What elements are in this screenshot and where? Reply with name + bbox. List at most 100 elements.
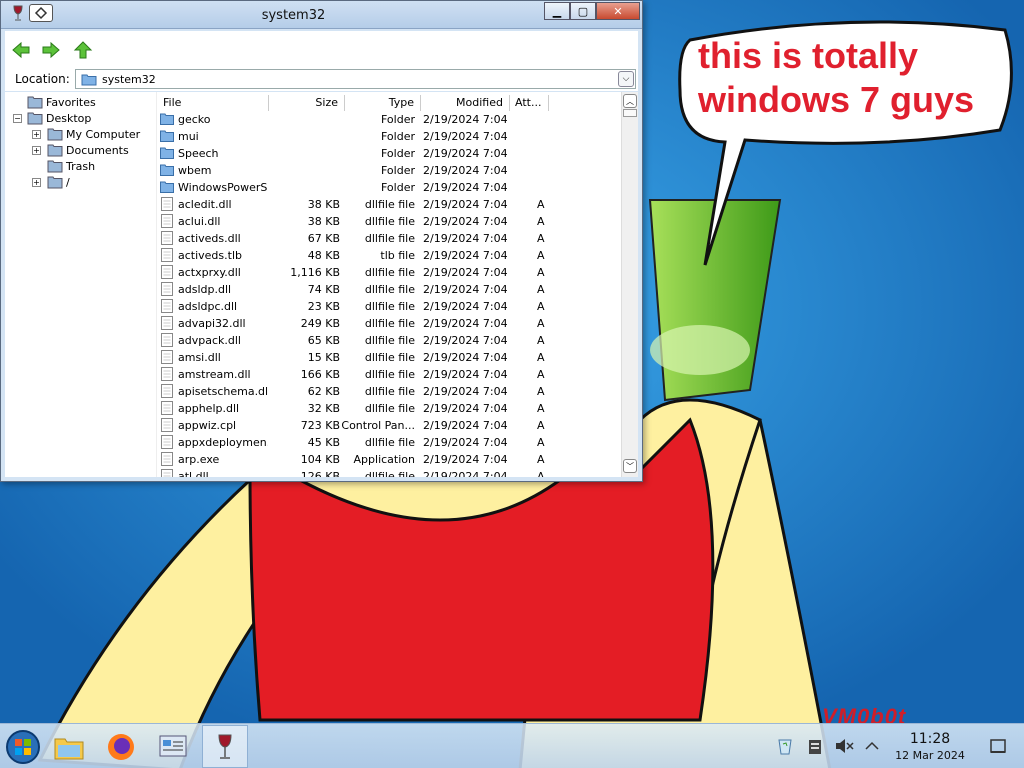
file-attr: A [537, 283, 545, 296]
file-name: actxprxy.dll [178, 266, 241, 279]
file-type: dllfile file [364, 317, 415, 330]
forward-arrow-icon[interactable] [41, 41, 61, 59]
file-size: 45 KB [307, 436, 340, 449]
file-row[interactable]: gecko Folder 2/19/2024 7:04... [157, 111, 621, 128]
show-desktop-icon[interactable] [988, 737, 1008, 755]
file-row[interactable]: apisetschema.dll 62 KB dllfile file 2/19/20… [157, 383, 621, 400]
file-row[interactable]: advpack.dll 65 KB dllfile file 2/19/2024 7:… [157, 332, 621, 349]
file-row[interactable]: amstream.dll 166 KB dllfile file 2/19/2024 … [157, 366, 621, 383]
favorites-folder-icon [27, 96, 43, 109]
file-row[interactable]: acledit.dll 38 KB dllfile file 2/19/2024 7:… [157, 196, 621, 213]
file-name: acledit.dll [178, 198, 232, 211]
speaker-muted-icon[interactable] [834, 737, 854, 755]
scroll-down-button[interactable]: ﹀ [623, 459, 637, 473]
column-header-3[interactable]: Modified [422, 95, 510, 111]
document-icon [161, 282, 173, 296]
file-row[interactable]: wbem Folder 2/19/2024 7:04... [157, 162, 621, 179]
taskbar-file-manager[interactable] [46, 725, 92, 768]
file-attr: A [537, 317, 545, 330]
document-icon [161, 214, 173, 228]
clock-date[interactable]: 12 Mar 2024 [888, 749, 972, 762]
file-modified: 2/19/2024 7:04... [423, 113, 507, 126]
file-name: amsi.dll [178, 351, 221, 364]
column-header-2[interactable]: Type [346, 95, 421, 111]
file-row[interactable]: aclui.dll 38 KB dllfile file 2/19/2024 7:04… [157, 213, 621, 230]
file-row[interactable]: actxprxy.dll 1,116 KB dllfile file 2/19/202… [157, 264, 621, 281]
file-row[interactable]: activeds.tlb 48 KB tlb file 2/19/2024 7:04.… [157, 247, 621, 264]
file-type: dllfile file [364, 368, 415, 381]
file-modified: 2/19/2024 7:04... [423, 147, 507, 160]
file-row[interactable]: WindowsPowerS... Folder 2/19/2024 7:04... [157, 179, 621, 196]
folder-icon [81, 74, 97, 86]
file-name: gecko [178, 113, 211, 126]
file-row[interactable]: appwiz.cpl 723 KB Control Pan... 2/19/2024 … [157, 417, 621, 434]
column-header-1[interactable]: Size [270, 95, 345, 111]
file-row[interactable]: mui Folder 2/19/2024 7:04... [157, 128, 621, 145]
file-type: dllfile file [364, 436, 415, 449]
file-size: 166 KB [300, 368, 340, 381]
file-size: 249 KB [300, 317, 340, 330]
minimize-button[interactable]: ▁ [544, 2, 570, 20]
file-modified: 2/19/2024 7:04... [423, 198, 507, 211]
file-row[interactable]: adsldpc.dll 23 KB dllfile file 2/19/2024 7:… [157, 298, 621, 315]
file-row[interactable]: Speech Folder 2/19/2024 7:04... [157, 145, 621, 162]
file-row[interactable]: advapi32.dll 249 KB dllfile file 2/19/2024 … [157, 315, 621, 332]
folder-icon [160, 181, 174, 193]
recycle-bin-icon[interactable] [775, 737, 795, 755]
file-row[interactable]: adsldp.dll 74 KB dllfile file 2/19/2024 7:0… [157, 281, 621, 298]
file-row[interactable]: apphelp.dll 32 KB dllfile file 2/19/2024 7:… [157, 400, 621, 417]
file-modified: 2/19/2024 7:04... [423, 402, 507, 415]
maximize-button[interactable]: ▢ [570, 2, 596, 20]
tree-item[interactable]: Desktop [27, 110, 91, 126]
file-name: appxdeploymen... [178, 436, 268, 449]
chevron-up-icon[interactable] [862, 737, 882, 755]
file-size: 1,116 KB [290, 266, 340, 279]
file-modified: 2/19/2024 7:04... [423, 317, 507, 330]
file-row[interactable]: atl.dll 126 KB dllfile file 2/19/2024 7:04.… [157, 468, 621, 477]
taskbar-control-panel[interactable] [150, 725, 196, 768]
taskbar-firefox[interactable] [98, 725, 144, 768]
file-manager-icon [54, 738, 84, 759]
scrollbar-thumb[interactable] [623, 109, 637, 117]
column-header-4[interactable]: Att... [511, 95, 549, 111]
file-row[interactable]: arp.exe 104 KB Application 2/19/2024 7:04..… [157, 451, 621, 468]
file-row[interactable]: activeds.dll 67 KB dllfile file 2/19/2024 7… [157, 230, 621, 247]
file-type: dllfile file [364, 283, 415, 296]
file-type: Folder [381, 147, 415, 160]
tree-item[interactable]: / [47, 174, 70, 190]
tree-expander[interactable]: + [32, 178, 41, 187]
file-row[interactable]: appxdeploymen... 45 KB dllfile file 2/19/20… [157, 434, 621, 451]
tree-expander[interactable]: − [13, 114, 22, 123]
file-row[interactable]: amsi.dll 15 KB dllfile file 2/19/2024 7:04.… [157, 349, 621, 366]
tree-item[interactable]: Documents [47, 142, 129, 158]
close-button[interactable]: ✕ [596, 2, 640, 20]
location-input[interactable]: system32 ⌵ [75, 69, 636, 89]
tree-item[interactable]: Favorites [27, 94, 96, 110]
clock-time[interactable]: 11:28 [900, 731, 960, 747]
start-button[interactable] [0, 725, 46, 768]
speech-bubble-text: this is totally windows 7 guys [698, 34, 998, 122]
tree-item[interactable]: Trash [47, 158, 95, 174]
file-name: apphelp.dll [178, 402, 240, 415]
location-dropdown-button[interactable]: ⌵ [618, 71, 634, 87]
file-size: 65 KB [307, 334, 340, 347]
title-bar[interactable]: system32 ▁ ▢ ✕ [1, 1, 642, 29]
file-modified: 2/19/2024 7:04... [423, 266, 507, 279]
file-type: dllfile file [364, 351, 415, 364]
desktop-icon [27, 112, 43, 125]
vertical-scrollbar[interactable]: ︿ ﹀ [621, 92, 638, 477]
file-name: appwiz.cpl [178, 419, 237, 432]
tree-item[interactable]: My Computer [47, 126, 140, 142]
back-arrow-icon[interactable] [11, 41, 31, 59]
document-icon [161, 401, 173, 415]
tree-expander[interactable]: + [32, 130, 41, 139]
file-size: 15 KB [307, 351, 340, 364]
taskbar-wine-app[interactable] [202, 725, 248, 768]
column-header-0[interactable]: File [159, 95, 269, 111]
file-modified: 2/19/2024 7:04... [423, 232, 507, 245]
scroll-up-button[interactable]: ︿ [623, 94, 637, 108]
tree-expander[interactable]: + [32, 146, 41, 155]
file-attr: A [537, 266, 545, 279]
clipboard-icon[interactable] [805, 737, 825, 755]
up-arrow-icon[interactable] [73, 41, 93, 59]
